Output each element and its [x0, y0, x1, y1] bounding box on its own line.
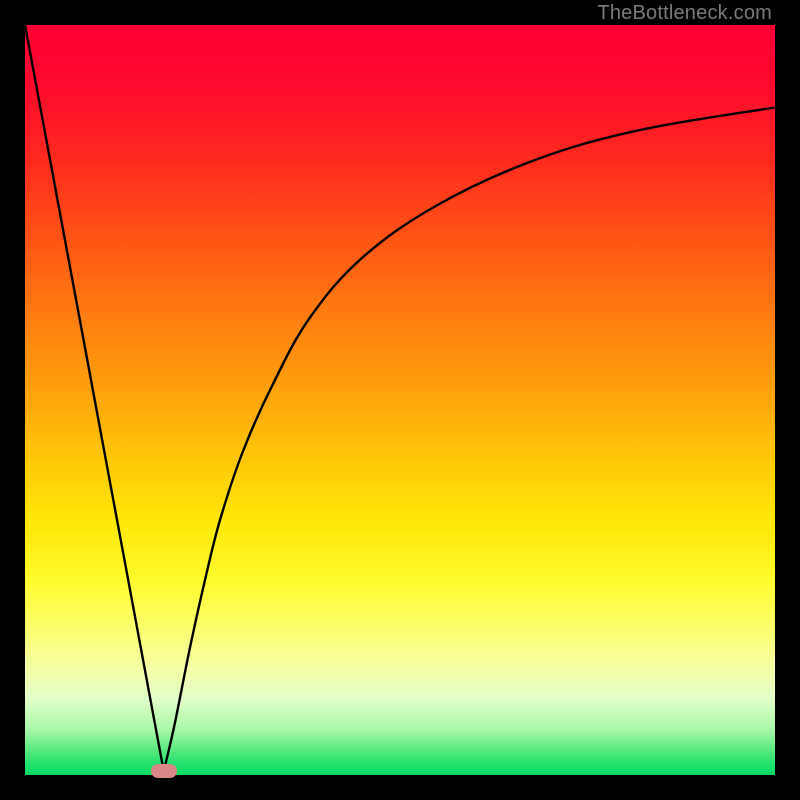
curve-path	[25, 25, 775, 771]
bottleneck-curve	[25, 25, 775, 775]
attribution-text: TheBottleneck.com	[597, 2, 772, 25]
plot-area	[25, 25, 775, 775]
chart-frame: TheBottleneck.com	[0, 0, 800, 800]
valley-marker	[151, 764, 177, 778]
